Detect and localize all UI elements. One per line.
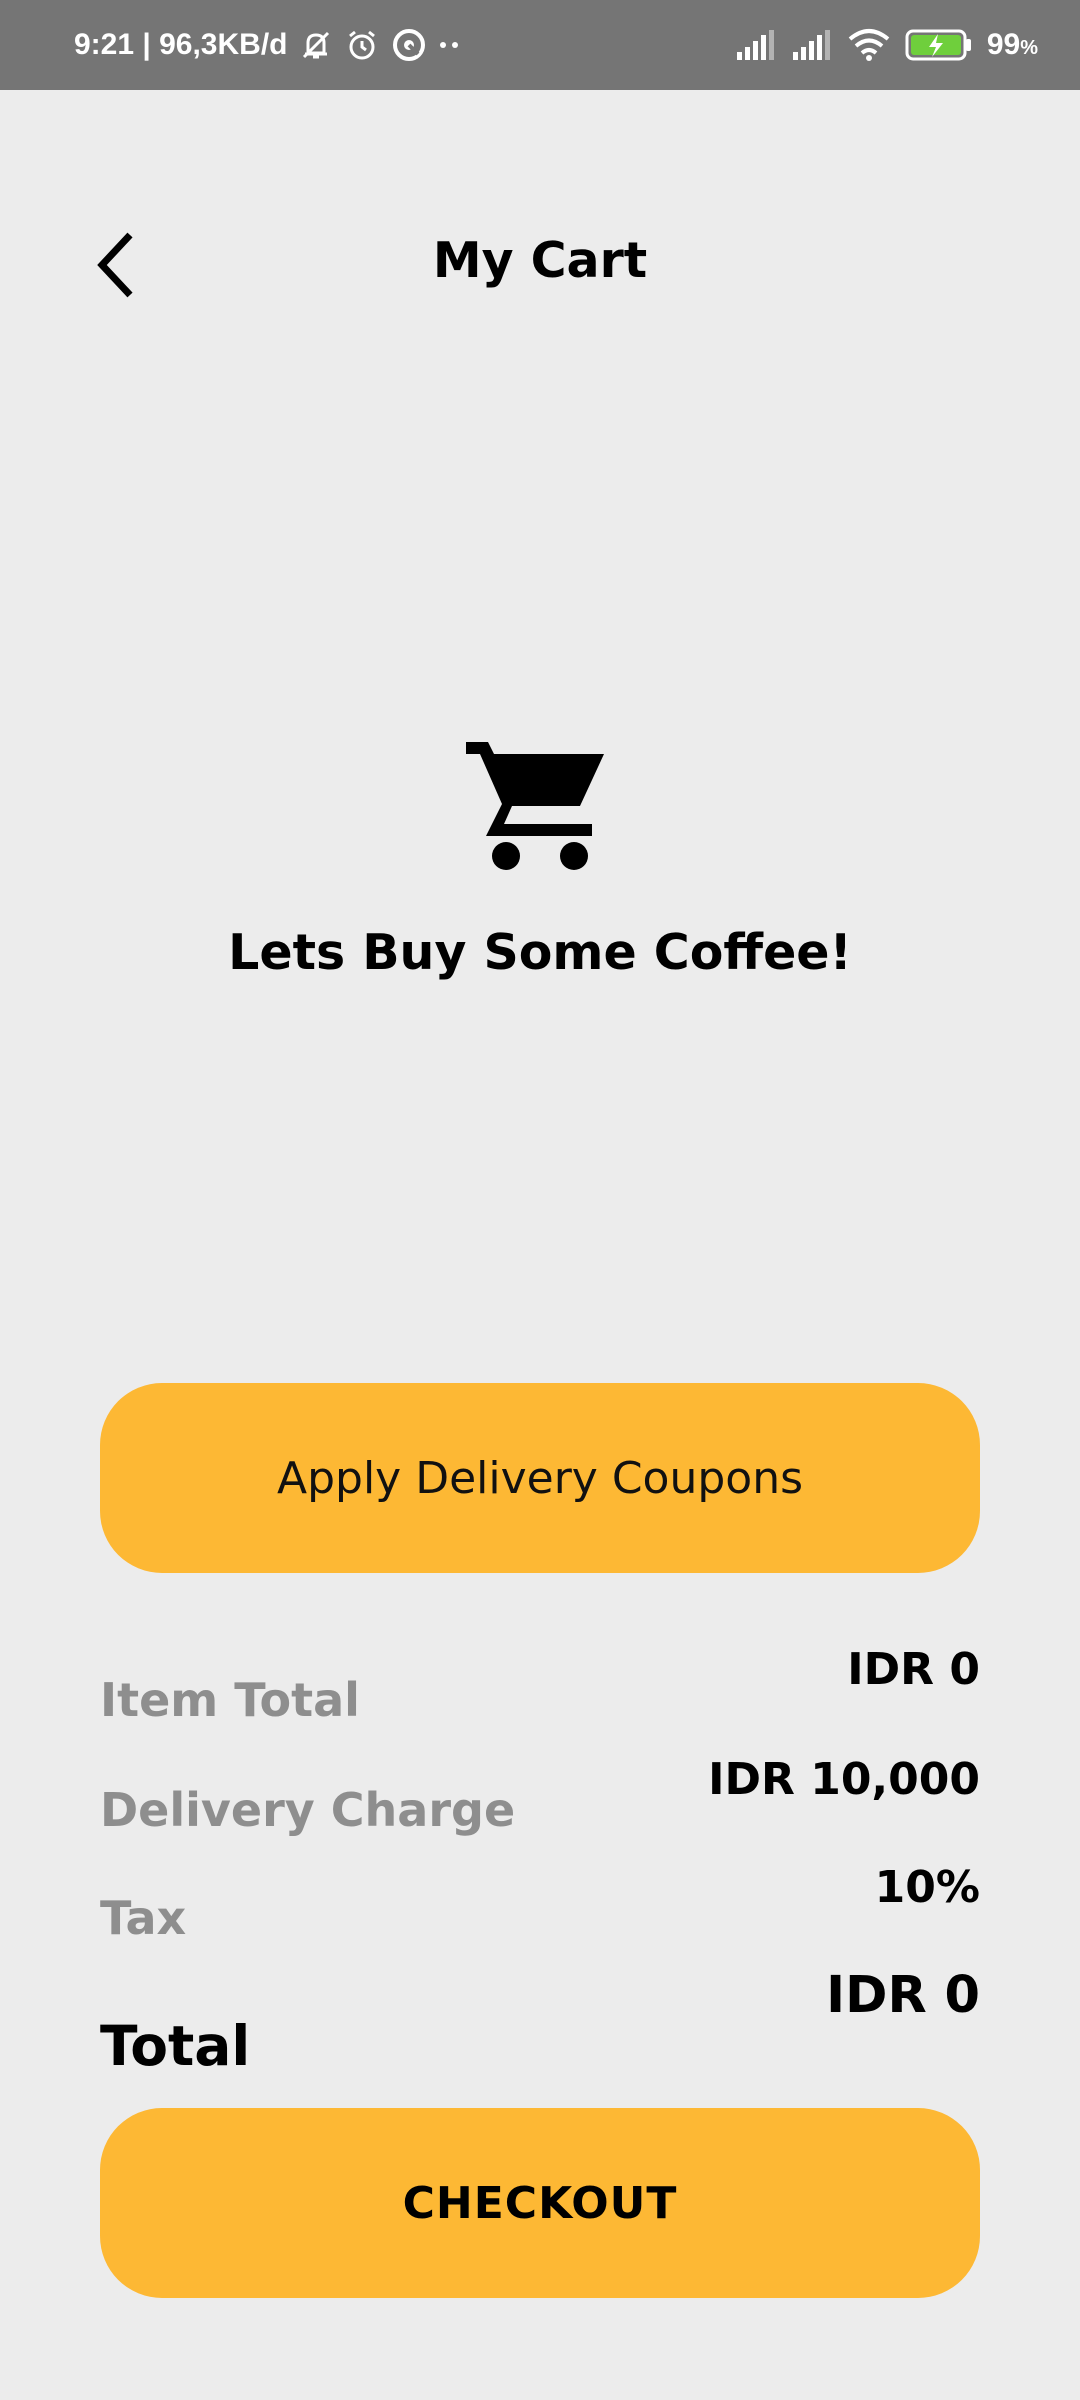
total-row: Total IDR 0 [100,1966,980,2076]
apply-coupons-label: Apply Delivery Coupons [276,1452,804,1504]
checkout-label: CHECKOUT [402,2177,678,2229]
signal-icon [791,28,833,62]
total-value: IDR 0 [826,1966,980,2025]
checkout-button[interactable]: CHECKOUT [100,2108,980,2298]
total-label: Total [100,2014,251,2078]
signal-icon [735,28,777,62]
delivery-charge-value: IDR 10,000 [708,1754,980,1805]
item-total-row: Item Total IDR 0 [100,1640,980,1730]
status-bar: 9:21 | 96,3KB/d 99% [0,0,1080,90]
tax-label: Tax [100,1891,187,1945]
tax-row: Tax 10% [100,1858,980,1948]
item-total-value: IDR 0 [847,1644,980,1695]
status-bar-right: 99% [735,0,1038,90]
delivery-charge-label: Delivery Charge [100,1783,516,1837]
battery-percent-value: 99 [986,28,1021,61]
status-bar-left: 9:21 | 96,3KB/d [74,0,462,90]
mute-icon [298,27,334,63]
status-time: 9:21 | 96,3KB/d [74,28,288,61]
apply-coupons-button[interactable]: Apply Delivery Coupons [100,1383,980,1573]
shopping-cart-icon [462,732,608,872]
sync-icon [390,26,428,64]
more-dots-icon [438,27,462,63]
item-total-label: Item Total [100,1673,360,1727]
delivery-charge-row: Delivery Charge IDR 10,000 [100,1750,980,1840]
battery-percent-unit: % [1020,37,1038,59]
battery-percent: 99% [987,28,1038,62]
tax-value: 10% [874,1862,980,1913]
wifi-icon [847,28,891,62]
battery-charging-icon [905,28,973,62]
page-title: My Cart [432,232,648,289]
alarm-icon [344,27,380,63]
empty-cart-message: Lets Buy Some Coffee! [228,924,852,981]
